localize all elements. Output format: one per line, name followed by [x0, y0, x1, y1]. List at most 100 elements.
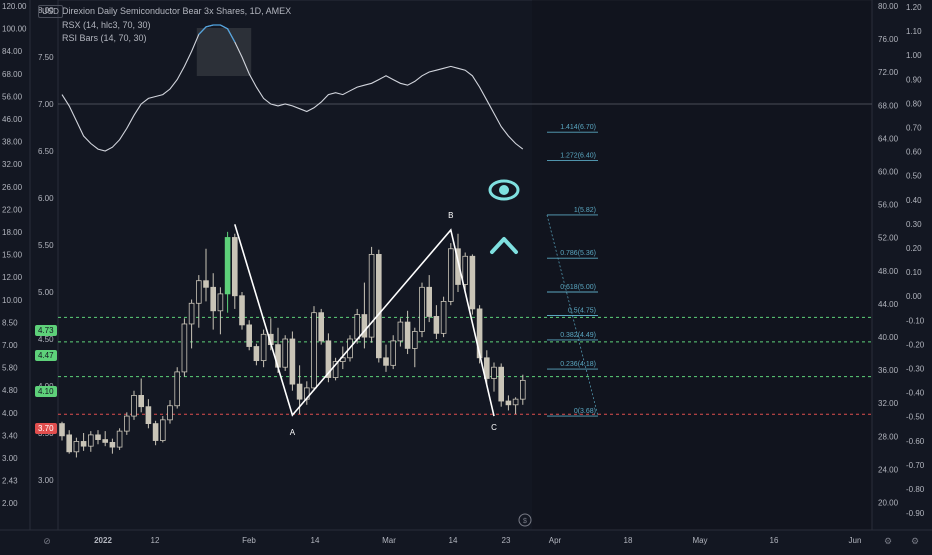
- left-axis-tick-label: 120.00: [2, 2, 27, 11]
- rsx-axis-tick-label: -0.30: [906, 365, 925, 374]
- left-axis-tick-label: 32.00: [2, 160, 23, 169]
- right-axis-tick-label: 40.00: [878, 333, 899, 342]
- rsx-overbought-highlight: [196, 28, 252, 76]
- rsx-axis-tick-label: 0.50: [906, 172, 922, 181]
- settings-gear-icon-2: ⚙: [911, 536, 919, 546]
- right-axis-tick-label: 72.00: [878, 68, 899, 77]
- x-axis-tick-label: May: [692, 536, 707, 545]
- x-axis-tick-label: 23: [502, 536, 511, 545]
- right-axis-tick-label: 44.00: [878, 300, 899, 309]
- candle-body: [289, 338, 296, 385]
- rsx-axis-tick-label: 0.00: [906, 292, 922, 301]
- candle: [311, 306, 317, 391]
- left-axis-tick-label: 5.80: [2, 364, 18, 373]
- candle-body: [253, 346, 260, 362]
- candle-body: [231, 237, 238, 297]
- fib-level-label: 1.272(6.40): [560, 152, 596, 159]
- candle: [419, 282, 425, 338]
- price-axis-tick-label: 6.00: [38, 194, 54, 203]
- rsx-axis-tick-label: -0.40: [906, 389, 925, 398]
- candle: [318, 308, 324, 345]
- candle: [332, 357, 339, 381]
- candle: [124, 412, 130, 435]
- candle-body: [73, 441, 80, 453]
- candle-body: [498, 366, 504, 402]
- candle-body: [224, 237, 231, 295]
- left-axis-tick-label: 10.00: [2, 296, 23, 305]
- fib-level-label: 0.382(4.49): [560, 332, 596, 339]
- candle-body: [469, 255, 476, 310]
- x-axis-tick-label: Mar: [382, 536, 396, 545]
- candle-body: [440, 300, 447, 334]
- dividend-icon-symbol: $: [523, 518, 527, 525]
- candle: [131, 390, 137, 420]
- price-badge: 4.10: [35, 386, 57, 397]
- price-axis-tick-label: 3.00: [38, 476, 54, 485]
- price-badge: 4.47: [35, 350, 57, 361]
- left-axis-tick-label: 12.00: [2, 273, 23, 282]
- price-badge: 3.70: [35, 423, 57, 434]
- price-axis-tick-label: 7.00: [38, 100, 54, 109]
- candle-body: [116, 430, 123, 448]
- rsx-axis-tick-label: 0.40: [906, 196, 922, 205]
- candle-body: [195, 280, 202, 304]
- right-axis-tick-label: 20.00: [878, 499, 899, 508]
- rsx-axis-tick-label: 0.30: [906, 220, 922, 229]
- right-axis-tick-label: 60.00: [878, 168, 899, 177]
- abc-point-label: C: [491, 423, 497, 432]
- left-axis-tick-label: 2.43: [2, 477, 18, 486]
- left-axis-tick-label: 22.00: [2, 205, 23, 214]
- rsx-axis-tick-label: 0.80: [906, 99, 922, 108]
- x-axis-tick-label: 18: [624, 536, 633, 545]
- candle-body: [138, 394, 145, 408]
- x-axis-tick-label: 2022: [94, 536, 112, 545]
- candle: [469, 254, 476, 315]
- candle-body: [520, 379, 526, 400]
- right-axis-tick-label: 32.00: [878, 399, 899, 408]
- rsx-axis-tick-label: -0.70: [906, 461, 925, 470]
- currency-button[interactable]: USD: [38, 5, 63, 18]
- right-axis-tick-label: 52.00: [878, 234, 899, 243]
- price-badge: 4.73: [35, 325, 57, 336]
- candle-body: [239, 295, 245, 326]
- rsx-axis-tick-label: -0.50: [906, 413, 925, 422]
- right-axis-tick-label: 64.00: [878, 134, 899, 143]
- candle-body: [383, 357, 389, 366]
- price-axis-tick-label: 5.50: [38, 241, 54, 250]
- left-axis-tick-label: 4.00: [2, 409, 18, 418]
- chart-area[interactable]: 120.00 100.00 84.00 68.00 56.00 46.00 38.00 32.…: [0, 0, 932, 550]
- right-axis-tick-label: 56.00: [878, 201, 899, 210]
- candle: [246, 320, 253, 351]
- candle-body: [59, 423, 65, 437]
- candle-body: [174, 371, 181, 407]
- left-axis-tick-label: 3.00: [2, 454, 18, 463]
- candle: [447, 243, 454, 306]
- candle-body: [433, 316, 440, 334]
- x-axis-tick-label: Apr: [549, 536, 562, 545]
- price-axis-tick-label: 7.50: [38, 53, 54, 62]
- price-axis-tick-label: 5.00: [38, 288, 54, 297]
- left-axis-tick-label: 7.00: [2, 341, 18, 350]
- rsx-axis-tick-label: 0.10: [906, 268, 922, 277]
- candle-body: [159, 419, 166, 441]
- candle-body: [260, 333, 267, 362]
- rsx-axis-tick-label: -0.80: [906, 485, 925, 494]
- x-axis-tick-label: Feb: [242, 536, 256, 545]
- x-axis-tick-label: 14: [449, 536, 458, 545]
- candle-body: [419, 286, 425, 332]
- price-chart[interactable]: 120.00100.0084.0068.0056.0046.0038.0032.…: [0, 0, 932, 550]
- candle-body: [145, 406, 152, 424]
- rsx-axis-tick-label: 0.60: [906, 148, 922, 157]
- right-axis-tick-label: 36.00: [878, 366, 899, 375]
- candle: [368, 246, 375, 343]
- rsx-axis-tick-label: 1.00: [906, 51, 922, 60]
- left-axis-tick-label: 68.00: [2, 70, 23, 79]
- rsx-axis-tick-label: 1.20: [906, 3, 922, 12]
- eye-icon-pupil: [499, 185, 509, 195]
- fib-level-label: 0.618(5.00): [560, 284, 596, 291]
- left-axis-tick-label: 8.50: [2, 318, 18, 327]
- candle-body: [167, 405, 173, 421]
- left-axis-tick-label: 100.00: [2, 25, 27, 34]
- x-axis-tick-label: 12: [151, 536, 160, 545]
- left-axis-tick-label: 38.00: [2, 138, 23, 147]
